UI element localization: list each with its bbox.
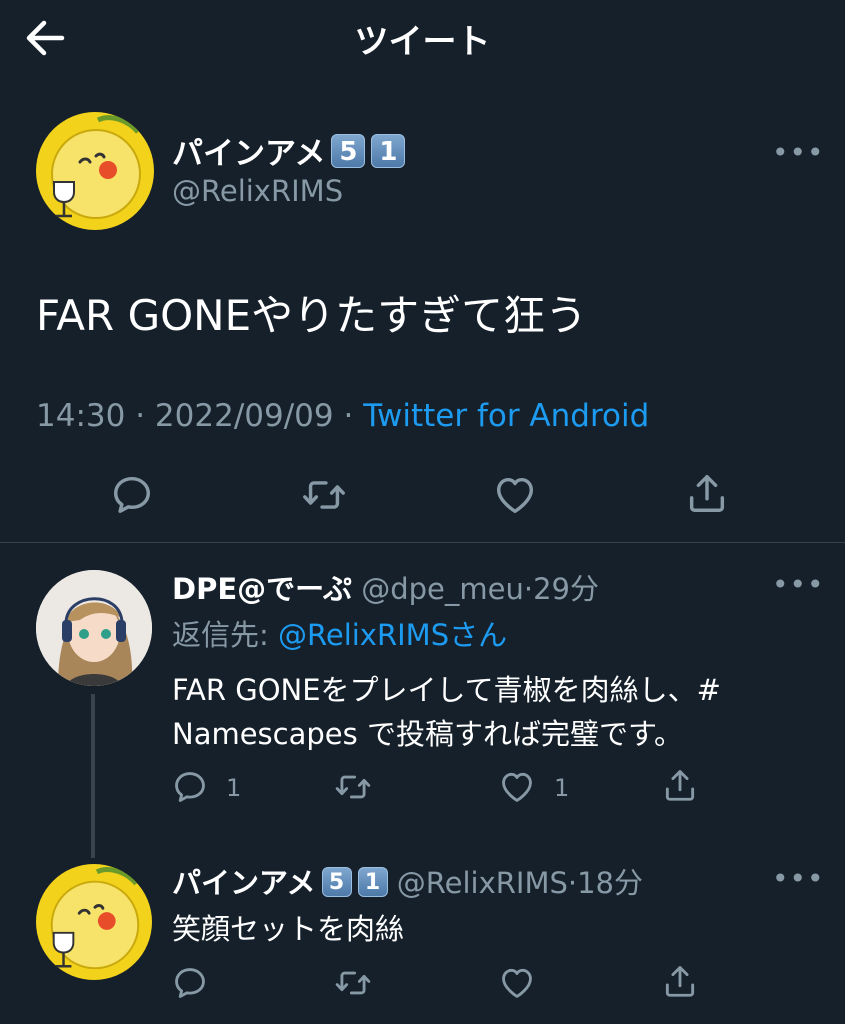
reply-1-share-icon[interactable] — [661, 766, 699, 804]
reply-1-time[interactable]: 29分 — [533, 572, 599, 606]
actions-top-spacer — [0, 466, 845, 467]
author-name[interactable]: パインアメ 5 1 — [172, 128, 406, 173]
reply-1-display-name[interactable]: DPE@でーぷ — [172, 572, 352, 606]
reply-icon[interactable] — [109, 472, 155, 518]
retweet-icon[interactable] — [300, 472, 348, 518]
reply-to-line: 返信先: @RelixRIMSさん — [172, 612, 507, 654]
reply-1-text-line-1: FAR GONEをプレイして青椒を肉絲し、# — [172, 673, 721, 707]
reply-2-badge-1: 1 — [357, 867, 388, 897]
meta-separator-2: · — [343, 398, 354, 434]
reply-2-header: パインアメ 5 1 @RelixRIMS·18分 — [172, 860, 643, 902]
reply-1-more-icon[interactable]: ••• — [772, 568, 825, 601]
avatar-dpe[interactable] — [36, 570, 152, 686]
reply-2-handle[interactable]: @RelixRIMS — [397, 866, 568, 900]
reply-2-share-icon[interactable] — [661, 962, 699, 1000]
reply-to-label: 返信先: — [172, 618, 269, 652]
reply-2-retweet-icon[interactable] — [333, 964, 373, 1002]
reply-1-reply-count: 1 — [226, 774, 242, 802]
badge-1: 1 — [371, 134, 406, 168]
divider — [0, 542, 845, 543]
reply-1-header: DPE@でーぷ @dpe_meu·29分 — [172, 566, 599, 608]
avatar-pineapple[interactable] — [36, 112, 154, 230]
reply-to-handle[interactable]: @RelixRIMS — [278, 618, 449, 652]
like-icon[interactable] — [492, 472, 538, 518]
tweet-source-link[interactable]: Twitter for Android — [363, 398, 649, 434]
reply-2-separator: · — [567, 866, 578, 900]
reply-2-reply-icon[interactable] — [171, 964, 209, 1002]
reply-to-suffix: さん — [449, 618, 508, 652]
reply-1-separator: · — [523, 572, 534, 606]
reply-2-time[interactable]: 18分 — [577, 866, 643, 900]
tweet-time: 14:30 — [36, 398, 126, 434]
reply-1-text-line-2: Namescapes で投稿すれば完璧です。 — [172, 717, 684, 751]
reply-1-like-icon[interactable] — [498, 768, 536, 806]
tweet-meta: 14:30 · 2022/09/09 · Twitter for Android — [36, 398, 649, 434]
thread-line — [91, 694, 95, 858]
more-icon[interactable]: ••• — [772, 136, 825, 169]
avatar-pineapple-reply[interactable] — [36, 864, 152, 980]
reply-1-text: FAR GONEをプレイして青椒を肉絲し、# Namescapes で投稿すれば… — [172, 668, 832, 756]
reply-2-badge-5: 5 — [321, 867, 352, 897]
reply-2-more-icon[interactable]: ••• — [772, 862, 825, 895]
reply-1-like-count: 1 — [554, 774, 570, 802]
reply-2-display-name[interactable]: パインアメ — [172, 866, 316, 900]
reply-2-like-icon[interactable] — [498, 964, 536, 1002]
page-title: ツイート — [354, 22, 491, 62]
reply-1-reply-icon[interactable] — [171, 768, 209, 806]
display-name: パインアメ — [172, 136, 326, 172]
meta-separator: · — [135, 398, 146, 434]
reply-2-text: 笑顔セットを肉絲 — [172, 912, 405, 946]
share-icon[interactable] — [684, 470, 730, 516]
tweet-date: 2022/09/09 — [154, 398, 334, 434]
reply-1-retweet-icon[interactable] — [333, 768, 373, 806]
author-handle[interactable]: @RelixRIMS — [172, 174, 343, 208]
tweet-text: FAR GONEやりたすぎて狂う — [36, 291, 588, 340]
badge-5: 5 — [331, 134, 366, 168]
reply-1-handle[interactable]: @dpe_meu — [361, 572, 524, 606]
